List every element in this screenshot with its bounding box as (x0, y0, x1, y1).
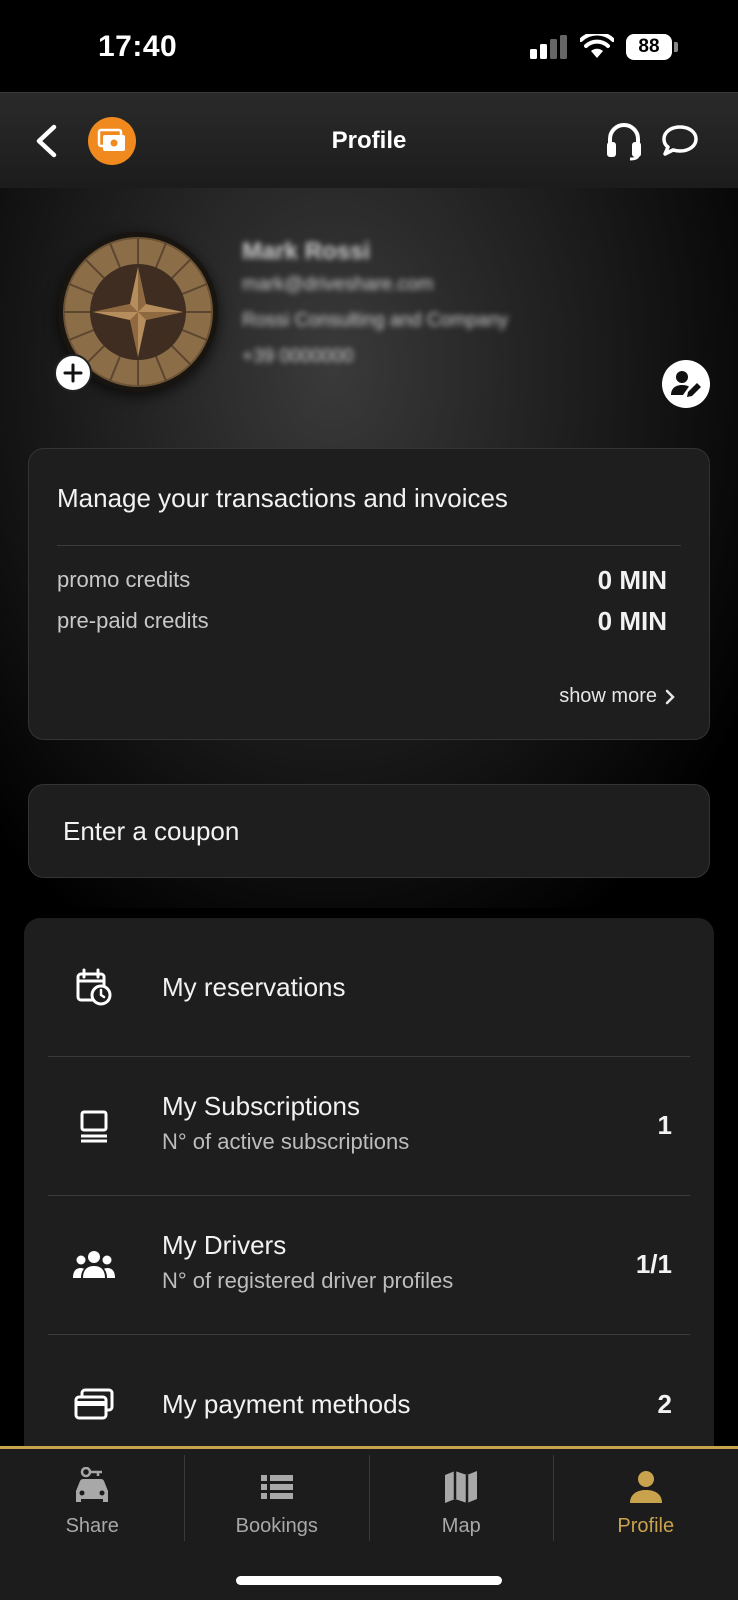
signal-icon (530, 35, 567, 59)
prepaid-credits-value: 0 MIN (597, 606, 667, 636)
edit-profile-button[interactable] (662, 360, 710, 408)
credits-divider (57, 545, 681, 546)
menu-title-payment-methods: My payment methods (162, 1389, 411, 1419)
user-info: Mark Rossi mark@driveshare.com Rossi Con… (242, 238, 508, 382)
status-icons: 88 (530, 34, 678, 60)
person-icon (629, 1471, 662, 1503)
coupon-input[interactable]: Enter a coupon (28, 784, 710, 878)
menu-title-drivers: My Drivers (162, 1230, 287, 1260)
tab-label-profile: Profile (617, 1515, 675, 1537)
menu-title-subscriptions: My Subscriptions (162, 1091, 360, 1121)
coupon-label: Enter a coupon (63, 815, 240, 846)
laptop-icon (72, 1104, 116, 1148)
menu-item-drivers[interactable]: My Drivers N° of registered driver profi… (24, 1196, 714, 1334)
menu-title-reservations: My reservations (162, 972, 346, 1002)
add-photo-button[interactable] (54, 354, 92, 392)
app-header: Profile (0, 92, 738, 188)
show-more-label: show more (559, 685, 657, 707)
menu-subtitle-subscriptions: N° of active subscriptions (162, 1129, 410, 1154)
tab-map[interactable]: Map (369, 1449, 554, 1545)
profile-menu: My reservations My Subscriptions N° of a… (24, 918, 714, 1478)
tab-profile[interactable]: Profile (554, 1449, 738, 1545)
user-edit-icon (671, 371, 701, 397)
user-company: Rossi Consulting and Company (242, 310, 509, 331)
credits-title: Manage your transactions and invoices (57, 483, 508, 513)
battery-indicator: 88 (626, 34, 678, 60)
battery-level: 88 (626, 34, 672, 60)
credits-card[interactable]: Manage your transactions and invoices pr… (28, 448, 710, 740)
status-time: 17:40 (98, 30, 178, 63)
list-icon (260, 1475, 293, 1499)
user-email: mark@driveshare.com (242, 274, 434, 295)
promo-credits-label: promo credits (57, 567, 191, 592)
prepaid-credits-label: pre-paid credits (57, 608, 209, 633)
headset-icon (607, 123, 641, 161)
subscriptions-count: 1 (657, 1110, 672, 1140)
support-button[interactable] (604, 119, 644, 161)
tab-bookings[interactable]: Bookings (185, 1449, 370, 1545)
credit-card-icon (72, 1382, 116, 1426)
tab-label-bookings: Bookings (235, 1515, 318, 1537)
map-icon (445, 1471, 478, 1503)
show-more-link[interactable]: show more (559, 685, 675, 708)
users-icon (72, 1243, 116, 1287)
payment-methods-count: 2 (657, 1389, 672, 1419)
user-phone: +39 0000000 (242, 346, 354, 367)
promo-credits-value: 0 MIN (597, 565, 667, 595)
car-key-icon (76, 1467, 109, 1502)
tab-label-share: Share (65, 1515, 119, 1537)
menu-item-subscriptions[interactable]: My Subscriptions N° of active subscripti… (24, 1057, 714, 1195)
chat-button[interactable] (660, 121, 700, 161)
user-name: Mark Rossi (242, 238, 371, 265)
tab-share[interactable]: Share (0, 1449, 185, 1545)
menu-item-reservations[interactable]: My reservations (24, 918, 714, 1056)
tab-label-map: Map (441, 1515, 481, 1537)
status-bar: 17:40 88 (0, 0, 738, 92)
calendar-clock-icon (72, 965, 116, 1009)
plus-icon (63, 363, 83, 383)
wifi-icon (580, 34, 614, 58)
drivers-count: 1/1 (635, 1249, 672, 1279)
chevron-right-icon (665, 689, 675, 704)
menu-subtitle-drivers: N° of registered driver profiles (162, 1268, 454, 1293)
chat-bubble-icon (662, 125, 698, 156)
home-indicator[interactable] (236, 1576, 502, 1585)
